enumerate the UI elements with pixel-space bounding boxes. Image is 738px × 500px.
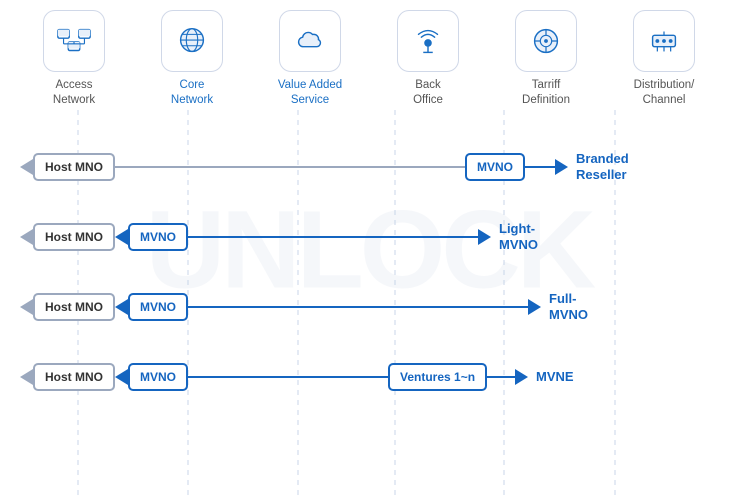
host-mno-label-mvne: Host MNO: [33, 363, 115, 391]
arrowhead-branded-reseller: [555, 159, 568, 175]
gray-line-branded-reseller: [115, 166, 465, 169]
blue-tail-mvne: [115, 369, 128, 385]
row-label-light-mvno: Light-MVNO: [499, 221, 538, 254]
icon-box-tariff-definition: [515, 10, 577, 72]
icon-box-value-added-service: [279, 10, 341, 72]
blue-line-light-mvno: [188, 236, 478, 239]
label-access-network: AccessNetwork: [53, 78, 95, 108]
arrowhead-light-mvno: [478, 229, 491, 245]
icons-row: AccessNetwork CoreNetwork: [0, 10, 738, 108]
row-branded-reseller: Host MNO MVNO BrandedReseller: [20, 148, 728, 186]
mvno-label-branded-reseller: MVNO: [465, 153, 525, 181]
label-core-network: CoreNetwork: [171, 78, 213, 108]
blue-tail-light-mvno: [115, 229, 128, 245]
icon-box-access-network: [43, 10, 105, 72]
arrow-tail-full-mvno: [20, 299, 33, 315]
arrowhead-mvne: [515, 369, 528, 385]
blue-line-branded-reseller: [525, 166, 555, 169]
host-mno-label-branded-reseller: Host MNO: [33, 153, 115, 181]
mvno-label-light-mvno: MVNO: [128, 223, 188, 251]
row-label-full-mvno: Full-MVNO: [549, 291, 588, 324]
icon-core-network: CoreNetwork: [142, 10, 242, 108]
label-tariff-definition: TarriffDefinition: [522, 78, 570, 108]
host-mno-label-full-mvno: Host MNO: [33, 293, 115, 321]
blue-line2-mvne: [487, 376, 515, 379]
arrow-tail-branded-reseller: [20, 159, 33, 175]
mvno-label-mvne: MVNO: [128, 363, 188, 391]
icon-tariff-definition: TarriffDefinition: [496, 10, 596, 108]
blue-line-mvne: [188, 376, 388, 379]
blue-line-full-mvno: [188, 306, 528, 309]
icon-box-back-office: [397, 10, 459, 72]
icon-value-added-service: Value AddedService: [260, 10, 360, 108]
arrow-tail-light-mvno: [20, 229, 33, 245]
row-mvne: Host MNO MVNO Ventures 1~n MVNE: [20, 358, 728, 396]
row-label-mvne: MVNE: [536, 369, 574, 385]
row-label-branded-reseller: BrandedReseller: [576, 151, 629, 184]
host-mno-label-light-mvno: Host MNO: [33, 223, 115, 251]
ventures-label-mvne: Ventures 1~n: [388, 363, 487, 391]
icon-box-core-network: [161, 10, 223, 72]
diagram: UNLOCK Acces: [0, 0, 738, 500]
row-light-mvno: Host MNO MVNO Light-MVNO: [20, 218, 728, 256]
icon-back-office: BackOffice: [378, 10, 478, 108]
label-value-added-service: Value AddedService: [278, 78, 342, 108]
label-distribution-channel: Distribution/Channel: [634, 78, 695, 108]
icon-distribution-channel: Distribution/Channel: [614, 10, 714, 108]
arrowhead-full-mvno: [528, 299, 541, 315]
icon-box-distribution-channel: [633, 10, 695, 72]
label-back-office: BackOffice: [413, 78, 443, 108]
blue-tail-full-mvno: [115, 299, 128, 315]
arrow-tail-mvne: [20, 369, 33, 385]
row-full-mvno: Host MNO MVNO Full-MVNO: [20, 288, 728, 326]
mvno-label-full-mvno: MVNO: [128, 293, 188, 321]
icon-access-network: AccessNetwork: [24, 10, 124, 108]
